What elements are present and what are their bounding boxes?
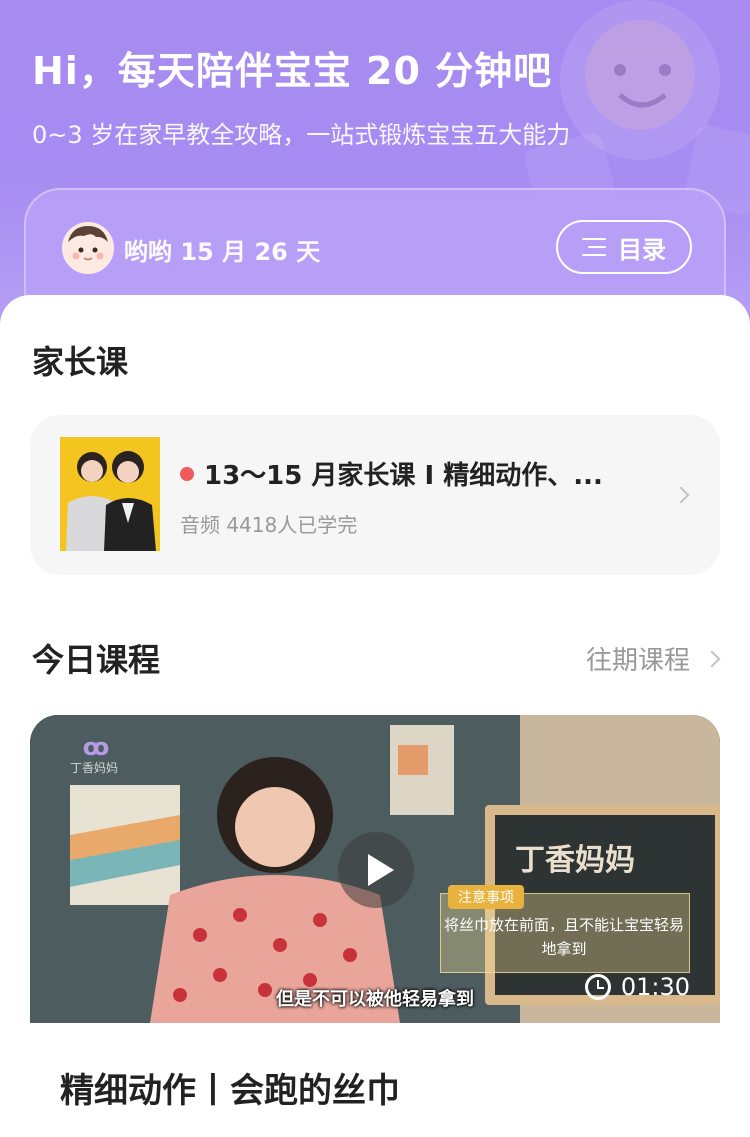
video-duration: 01:30	[584, 973, 690, 1001]
duration-text: 01:30	[620, 973, 690, 1001]
parent-course-card[interactable]: 13～15 月家长课 I 精细动作、... 音频 4418人已学完	[30, 415, 720, 575]
today-course-title: 精细动作丨会跑的丝巾	[60, 1071, 400, 1111]
page-subtitle: 0~3 岁在家早教全攻略，一站式锻炼宝宝五大能力	[32, 121, 571, 149]
baby-age-label: 哟哟 15 月 26 天	[124, 238, 321, 266]
parent-course-meta: 音频 4418人已学完	[180, 513, 358, 537]
today-course-heading: 今日课程	[32, 641, 161, 679]
brand-logo: ꝏ 丁香妈妈	[69, 733, 118, 775]
video-player[interactable]: ꝏ 丁香妈妈 丁香妈妈 注意事项 将丝巾放在前面，且不能让宝宝轻易地拿到 但是不…	[30, 715, 720, 1023]
hero-banner: Hi，每天陪伴宝宝 20 分钟吧 0~3 岁在家早教全攻略，一站式锻炼宝宝五大能…	[0, 0, 750, 330]
past-courses-link[interactable]: 往期课程	[586, 640, 721, 677]
catalog-button[interactable]: 目录	[556, 220, 692, 274]
baby-avatar[interactable]	[62, 222, 114, 274]
catalog-label: 目录	[618, 235, 666, 264]
parent-course-title: 13～15 月家长课 I 精细动作、...	[204, 461, 603, 491]
menu-icon	[582, 237, 606, 257]
play-button[interactable]	[338, 832, 414, 908]
parent-course-thumbnail	[60, 437, 160, 551]
clock-icon	[584, 974, 611, 1000]
past-courses-label: 往期课程	[586, 646, 691, 676]
page-title: Hi，每天陪伴宝宝 20 分钟吧	[32, 49, 553, 93]
chevron-right-icon	[672, 486, 690, 504]
parent-course-heading: 家长课	[32, 343, 129, 381]
today-course-card[interactable]: ꝏ 丁香妈妈 丁香妈妈 注意事项 将丝巾放在前面，且不能让宝宝轻易地拿到 但是不…	[30, 715, 720, 1137]
new-indicator-dot	[180, 466, 194, 481]
note-label: 注意事项	[448, 885, 524, 909]
note-text: 将丝巾放在前面，且不能让宝宝轻易地拿到	[444, 916, 685, 958]
main-content: 家长课 13～15 月家长课 I 精细动作、... 音频 4418人已学完 今日…	[0, 295, 750, 1137]
baby-face-icon	[62, 222, 114, 274]
chevron-right-icon	[703, 650, 721, 667]
